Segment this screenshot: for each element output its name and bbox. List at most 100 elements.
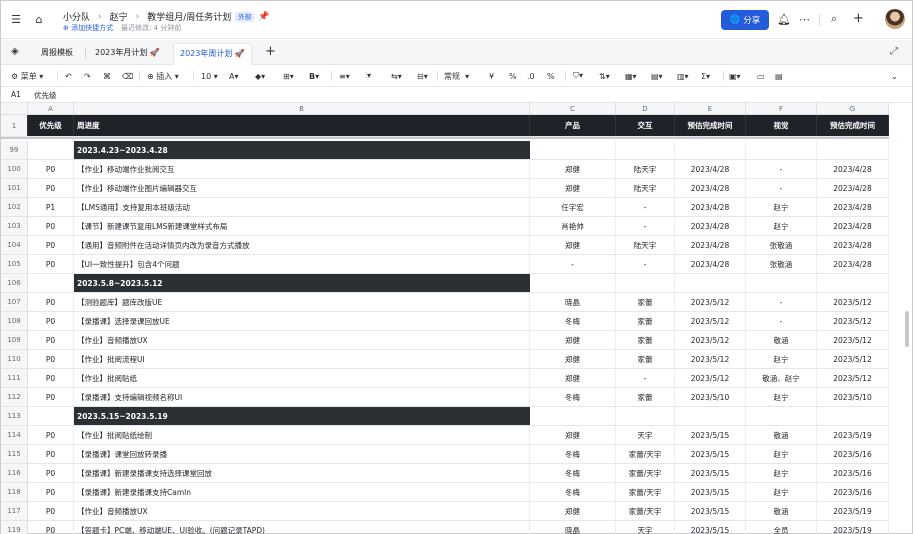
- est-date-cell-2[interactable]: 2023/5/16: [817, 483, 889, 501]
- condition-format-icon[interactable]: ▦▾: [625, 69, 637, 83]
- visual-cell[interactable]: 赵宁: [746, 198, 817, 216]
- priority-cell[interactable]: P1: [28, 198, 74, 216]
- row-number[interactable]: 107: [1, 293, 28, 311]
- progress-cell[interactable]: 【作业】批阅贴纸绘制: [74, 426, 530, 444]
- est-date-cell-2[interactable]: 2023/4/28: [817, 179, 889, 197]
- row-number[interactable]: 99: [1, 141, 28, 159]
- row-number[interactable]: 110: [1, 350, 28, 368]
- header-cell[interactable]: 产品: [530, 115, 616, 136]
- cell-reference[interactable]: A1: [11, 90, 21, 99]
- interaction-cell[interactable]: 陆天宇: [616, 179, 675, 197]
- insert-button[interactable]: ⊕ 插入 ▾: [147, 69, 179, 83]
- priority-cell[interactable]: P0: [28, 331, 74, 349]
- undo-icon[interactable]: ↶: [65, 69, 72, 83]
- product-cell[interactable]: 郑健: [530, 502, 616, 520]
- empty-cell[interactable]: [746, 407, 817, 425]
- breadcrumb-user[interactable]: 赵宁: [110, 10, 128, 23]
- column-header-a[interactable]: A: [28, 103, 74, 115]
- product-cell[interactable]: 任宇宏: [530, 198, 616, 216]
- empty-cell[interactable]: [675, 274, 746, 292]
- number-format-select[interactable]: 常规 ▾: [444, 69, 469, 83]
- merge-icon[interactable]: ⊟▾: [417, 69, 428, 83]
- bell-icon[interactable]: 🔔︎: [777, 13, 791, 26]
- interaction-cell[interactable]: 家蕾: [616, 388, 675, 406]
- est-date-cell[interactable]: 2023/4/28: [675, 236, 746, 254]
- priority-cell[interactable]: P0: [28, 179, 74, 197]
- progress-cell[interactable]: 【录播课】支持编辑视频名称UI: [74, 388, 530, 406]
- add-shortcut-link[interactable]: 添加快捷方式: [63, 23, 113, 33]
- empty-cell[interactable]: [675, 141, 746, 159]
- product-cell[interactable]: 冬梅: [530, 312, 616, 330]
- est-date-cell-2[interactable]: 2023/4/28: [817, 198, 889, 216]
- row-number[interactable]: 1: [1, 115, 28, 136]
- priority-cell[interactable]: P0: [28, 350, 74, 368]
- product-cell[interactable]: 冬梅: [530, 388, 616, 406]
- est-date-cell[interactable]: 2023/4/28: [675, 217, 746, 235]
- fill-color-icon[interactable]: ◆▾: [255, 69, 265, 83]
- freeze-divider[interactable]: [1, 137, 889, 139]
- progress-cell[interactable]: 【测验题库】题库改版UE: [74, 293, 530, 311]
- interaction-cell[interactable]: 家蕾: [616, 350, 675, 368]
- empty-cell[interactable]: [817, 407, 889, 425]
- data-icon[interactable]: ▣▾: [729, 69, 741, 83]
- est-date-cell[interactable]: 2023/5/15: [675, 426, 746, 444]
- align-vertical-icon[interactable]: ⫶▾: [365, 69, 371, 83]
- row-number[interactable]: 112: [1, 388, 28, 406]
- interaction-cell[interactable]: 家蕾: [616, 331, 675, 349]
- chart-icon[interactable]: ▤: [775, 69, 783, 83]
- interaction-cell[interactable]: 家蕾: [616, 293, 675, 311]
- empty-cell[interactable]: [530, 141, 616, 159]
- progress-cell[interactable]: 【作业】批阅流程UI: [74, 350, 530, 368]
- visual-cell[interactable]: 赵宁: [746, 217, 817, 235]
- more-icon[interactable]: ⋯: [799, 13, 810, 26]
- table-icon[interactable]: ▤▾: [651, 69, 663, 83]
- visual-cell[interactable]: 赵宁: [746, 445, 817, 463]
- corner-cell[interactable]: [1, 103, 28, 115]
- column-header-g[interactable]: G: [817, 103, 889, 115]
- format-painter-icon[interactable]: ⌘: [103, 69, 111, 83]
- interaction-cell[interactable]: 家蕾/天宇: [616, 483, 675, 501]
- priority-cell[interactable]: P0: [28, 217, 74, 235]
- est-date-cell-2[interactable]: 2023/5/16: [817, 445, 889, 463]
- wrap-icon[interactable]: ⇆▾: [391, 69, 402, 83]
- interaction-cell[interactable]: 家蕾/天宇: [616, 502, 675, 520]
- est-date-cell-2[interactable]: 2023/5/16: [817, 464, 889, 482]
- est-date-cell-2[interactable]: 2023/5/12: [817, 312, 889, 330]
- product-cell[interactable]: 郑健: [530, 426, 616, 444]
- visual-cell[interactable]: 全员: [746, 521, 817, 534]
- vertical-scrollbar[interactable]: [905, 311, 909, 347]
- share-button[interactable]: 🌐 分享: [721, 10, 769, 30]
- formula-input[interactable]: 优先级: [34, 90, 57, 101]
- priority-cell[interactable]: P0: [28, 236, 74, 254]
- row-number[interactable]: 118: [1, 483, 28, 501]
- est-date-cell[interactable]: 2023/5/15: [675, 521, 746, 534]
- product-cell[interactable]: 肖艳帅: [530, 217, 616, 235]
- font-size-select[interactable]: 10 ▾: [201, 69, 218, 83]
- column-header-d[interactable]: D: [616, 103, 675, 115]
- row-number[interactable]: 108: [1, 312, 28, 330]
- tab-2023-weekly[interactable]: 2023年周计划 🚀: [173, 43, 252, 65]
- empty-cell[interactable]: [530, 407, 616, 425]
- header-cell[interactable]: 交互: [616, 115, 675, 136]
- section-title[interactable]: 2023.5.15~2023.5.19: [74, 407, 530, 425]
- product-cell[interactable]: 郑健: [530, 369, 616, 387]
- est-date-cell[interactable]: 2023/5/12: [675, 350, 746, 368]
- est-date-cell[interactable]: 2023/5/10: [675, 388, 746, 406]
- row-number[interactable]: 109: [1, 331, 28, 349]
- visual-cell[interactable]: -: [746, 179, 817, 197]
- percent-icon[interactable]: %: [509, 69, 517, 83]
- est-date-cell[interactable]: 2023/5/15: [675, 502, 746, 520]
- border-icon[interactable]: ⊞▾: [283, 69, 294, 83]
- progress-cell[interactable]: 【作业】音频播放UX: [74, 331, 530, 349]
- empty-cell[interactable]: [675, 407, 746, 425]
- progress-cell[interactable]: 【答题卡】PC端、移动端UE、UI验收。(问题记录TAPD): [74, 521, 530, 534]
- interaction-cell[interactable]: 家蕾: [616, 312, 675, 330]
- row-number[interactable]: 105: [1, 255, 28, 273]
- column-header-b[interactable]: B: [74, 103, 530, 115]
- product-cell[interactable]: 郑健: [530, 236, 616, 254]
- progress-cell[interactable]: 【作业】音频播放UX: [74, 502, 530, 520]
- est-date-cell-2[interactable]: 2023/5/12: [817, 350, 889, 368]
- header-cell[interactable]: 视觉: [746, 115, 817, 136]
- est-date-cell[interactable]: 2023/5/15: [675, 464, 746, 482]
- est-date-cell-2[interactable]: 2023/4/28: [817, 255, 889, 273]
